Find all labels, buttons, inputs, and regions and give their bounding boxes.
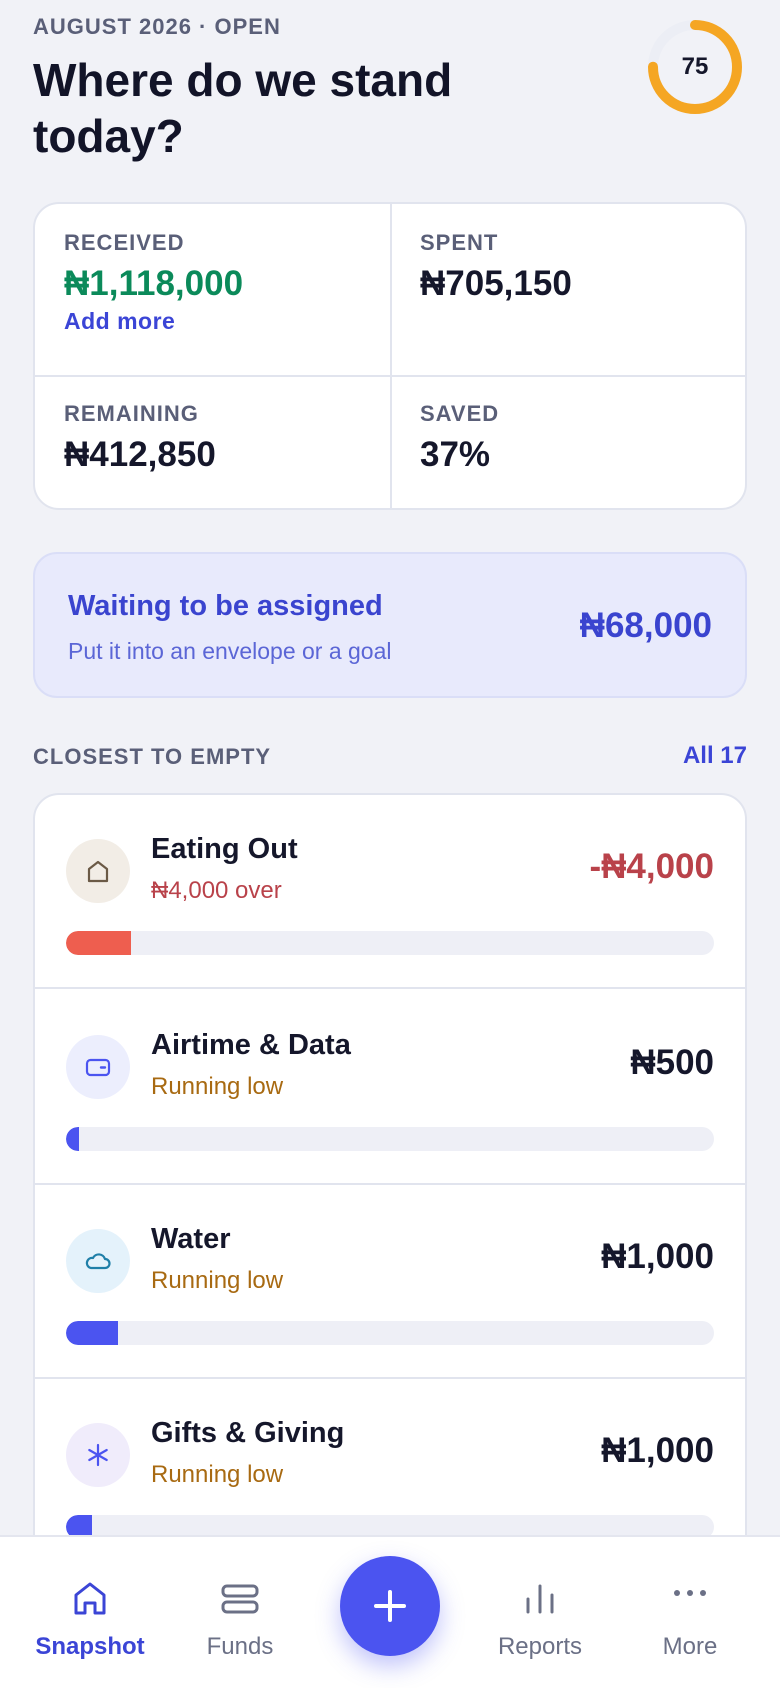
nav-snapshot-label: Snapshot (35, 1633, 145, 1660)
cloud-icon (66, 1229, 130, 1293)
budget-score-ring[interactable]: 75 (643, 15, 747, 119)
score-value: 75 (681, 53, 709, 80)
nav-funds-label: Funds (206, 1633, 274, 1660)
nav-funds[interactable]: Funds (165, 1537, 315, 1688)
nav-reports[interactable]: Reports (465, 1537, 615, 1688)
remaining-value: ₦412,850 (64, 435, 216, 474)
spent-stat: SPENT ₦705,150 (420, 230, 572, 304)
nav-more-label: More (662, 1633, 718, 1660)
home-icon (74, 1582, 106, 1615)
stack-icon (221, 1584, 259, 1614)
unassigned-banner[interactable]: Waiting to be assigned Put it into an en… (33, 552, 747, 698)
unassigned-subtitle: Put it into an envelope or a goal (68, 638, 392, 664)
saved-label: SAVED (420, 401, 500, 426)
envelope-row[interactable]: Water Running low ₦1,000 (35, 1185, 745, 1379)
envelope-status: Running low (151, 1461, 284, 1488)
envelope-status: ₦4,000 over (151, 877, 282, 904)
more-dots-icon (674, 1590, 706, 1596)
spent-label: SPENT (420, 230, 499, 255)
house-icon (66, 839, 130, 903)
asterisk-icon (66, 1423, 130, 1487)
envelope-status: Running low (151, 1073, 284, 1100)
received-value: ₦1,118,000 (64, 264, 244, 303)
unassigned-title: Waiting to be assigned (68, 590, 383, 622)
plus-icon (374, 1590, 406, 1622)
page-title-line-2: today? (33, 110, 184, 162)
view-all-link[interactable]: All 17 (683, 742, 747, 770)
progress-bar (66, 931, 714, 955)
nav-snapshot[interactable]: Snapshot (15, 1537, 165, 1688)
envelope-amount: ₦1,000 (601, 1431, 714, 1470)
period-label: AUGUST 2026 · OPEN (33, 14, 281, 39)
progress-bar (66, 1127, 714, 1151)
envelope-name: Airtime & Data (151, 1029, 351, 1061)
saved-value: 37% (420, 435, 491, 474)
received-label: RECEIVED (64, 230, 185, 255)
remaining-stat: REMAINING ₦412,850 (64, 401, 216, 475)
divider (390, 204, 392, 508)
envelope-row[interactable]: Airtime & Data Running low ₦500 (35, 991, 745, 1185)
remaining-label: REMAINING (64, 401, 199, 426)
page-header: AUGUST 2026 · OPEN Where do we stand tod… (33, 14, 593, 164)
spent-value: ₦705,150 (420, 264, 572, 303)
progress-fill (66, 931, 131, 955)
saved-stat: SAVED 37% (420, 401, 499, 475)
envelope-row[interactable]: Eating Out ₦4,000 over -₦4,000 (35, 795, 745, 989)
bar-chart-icon (526, 1584, 554, 1614)
envelope-name: Water (151, 1223, 231, 1255)
envelope-row[interactable]: Gifts & Giving Running low ₦1,000 (35, 1379, 745, 1551)
envelope-amount: -₦4,000 (589, 847, 714, 886)
nav-more[interactable]: More (615, 1537, 765, 1688)
page-title: Where do we stand today? (33, 52, 593, 164)
divider (35, 375, 745, 377)
received-stat: RECEIVED ₦1,118,000 Add more (64, 230, 243, 335)
envelope-amount: ₦500 (630, 1043, 714, 1082)
unassigned-amount: ₦68,000 (579, 606, 712, 645)
section-title: CLOSEST TO EMPTY (33, 744, 272, 769)
page-title-line-1: Where do we stand (33, 54, 453, 106)
envelope-name: Eating Out (151, 833, 298, 865)
envelope-name: Gifts & Giving (151, 1417, 345, 1449)
progress-fill (66, 1321, 118, 1345)
progress-fill (66, 1127, 79, 1151)
summary-card: RECEIVED ₦1,118,000 Add more SPENT ₦705,… (33, 202, 747, 510)
wallet-icon (66, 1035, 130, 1099)
progress-bar (66, 1321, 714, 1345)
envelope-amount: ₦1,000 (601, 1237, 714, 1276)
envelope-status: Running low (151, 1267, 284, 1294)
envelope-list: Eating Out ₦4,000 over -₦4,000 Airtime &… (33, 793, 747, 1553)
add-more-link[interactable]: Add more (64, 308, 243, 335)
add-transaction-button[interactable] (340, 1556, 440, 1656)
nav-reports-label: Reports (497, 1633, 583, 1660)
snapshot-screen: AUGUST 2026 · OPEN Where do we stand tod… (0, 0, 780, 1688)
